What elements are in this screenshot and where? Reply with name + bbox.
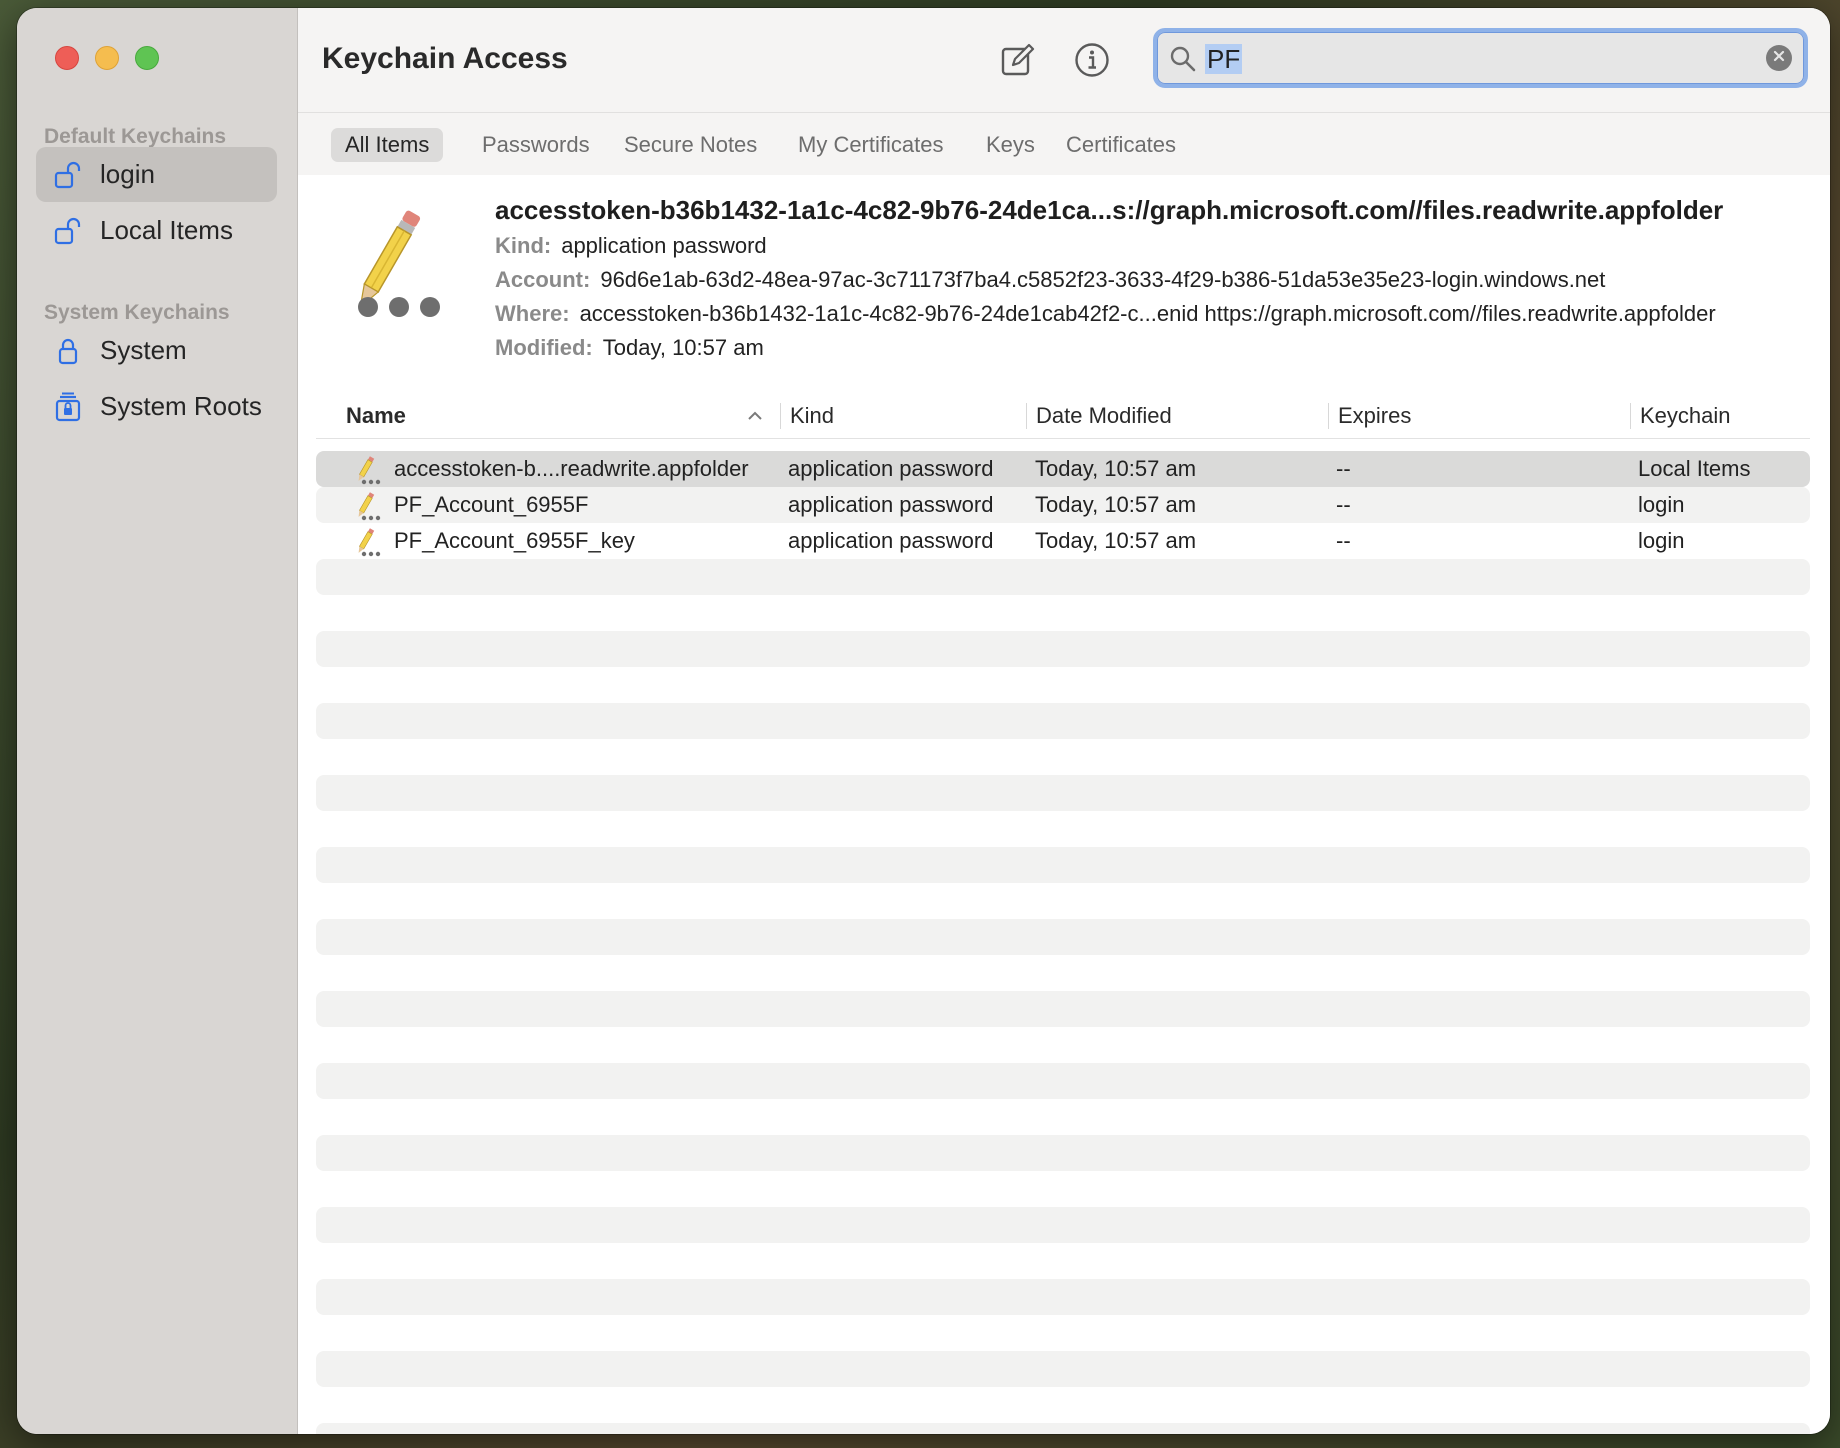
detail-account-label: Account: (495, 267, 591, 292)
tab-keys[interactable]: Keys (972, 128, 1049, 162)
column-header-date-modified[interactable]: Date Modified (1026, 394, 1328, 438)
item-detail-pane: accesstoken-b36b1432-1a1c-4c82-9b76-24de… (298, 175, 1830, 383)
get-info-button[interactable] (1072, 42, 1112, 82)
empty-row (316, 1063, 1810, 1099)
cell-date-modified: Today, 10:57 am (1035, 492, 1197, 517)
password-pencil-icon (350, 527, 382, 563)
sidebar-item-label: login (100, 159, 155, 189)
tab-passwords[interactable]: Passwords (468, 128, 604, 162)
cell-keychain: Local Items (1638, 456, 1751, 481)
sidebar-item-login[interactable]: login (36, 147, 277, 202)
column-header-expires[interactable]: Expires (1328, 394, 1630, 438)
detail-kind-value: application password (561, 233, 767, 258)
tab-certificates[interactable]: Certificates (1052, 128, 1190, 162)
cell-date-modified: Today, 10:57 am (1035, 456, 1197, 481)
cell-kind: application password (788, 456, 994, 481)
empty-row (316, 1279, 1810, 1315)
empty-row (316, 847, 1810, 883)
new-item-button[interactable] (998, 42, 1038, 82)
sidebar-item-label: System Roots (100, 391, 262, 421)
keychain-window: Default Keychains login Local Items Syst… (17, 8, 1830, 1434)
locked-padlock-icon (54, 336, 82, 366)
window-controls (55, 46, 159, 70)
window-title: Keychain Access (322, 42, 568, 75)
detail-modified-label: Modified: (495, 335, 593, 360)
sidebar-item-label: Local Items (100, 215, 233, 245)
empty-row (316, 559, 1810, 595)
table-row[interactable]: PF_Account_6955F application password To… (316, 487, 1810, 523)
empty-row (316, 1351, 1810, 1387)
detail-title: accesstoken-b36b1432-1a1c-4c82-9b76-24de… (495, 195, 1724, 225)
search-input[interactable]: PF (1205, 44, 1243, 74)
cell-kind: application password (788, 492, 994, 517)
table-header: Name Kind Date Modified Expires Keychain (316, 394, 1810, 439)
toolbar: Keychain Access PF (298, 8, 1830, 112)
detail-account-value: 96d6e1ab-63d2-48ea-97ac-3c71173f7ba4.c58… (600, 267, 1606, 292)
cell-expires: -- (1336, 528, 1351, 553)
close-window-button[interactable] (55, 46, 79, 70)
column-header-keychain[interactable]: Keychain (1630, 394, 1810, 438)
cell-name: PF_Account_6955F_key (394, 528, 635, 553)
clear-search-button[interactable] (1766, 45, 1792, 71)
tab-all-items[interactable]: All Items (331, 128, 444, 162)
password-pencil-icon (350, 491, 382, 527)
detail-modified-row: Modified: Today, 10:57 am (495, 335, 764, 361)
sidebar-item-system-roots[interactable]: System Roots (36, 379, 277, 434)
password-pencil-icon (350, 455, 382, 491)
locked-cabinet-icon (54, 392, 82, 422)
table-row[interactable]: accesstoken-b....readwrite.appfolder app… (316, 451, 1810, 487)
cell-kind: application password (788, 528, 994, 553)
compose-icon (1001, 43, 1035, 82)
detail-account-row: Account: 96d6e1ab-63d2-48ea-97ac-3c71173f… (495, 267, 1605, 293)
tab-secure-notes[interactable]: Secure Notes (610, 128, 771, 162)
empty-row (316, 919, 1810, 955)
main-pane: Keychain Access PF All Items Passwords S… (298, 8, 1830, 1434)
password-pencil-icon (328, 203, 448, 330)
empty-row (316, 1423, 1810, 1434)
cell-name: PF_Account_6955F (394, 492, 589, 517)
cell-keychain: login (1638, 528, 1685, 553)
detail-where-row: Where: accesstoken-b36b1432-1a1c-4c82-9b7… (495, 301, 1716, 327)
info-icon (1074, 42, 1110, 83)
empty-row (316, 775, 1810, 811)
sidebar-section-default: Default Keychains (44, 125, 227, 148)
empty-row (316, 703, 1810, 739)
cell-name: accesstoken-b....readwrite.appfolder (394, 456, 749, 481)
cell-keychain: login (1638, 492, 1685, 517)
unlocked-padlock-icon (54, 216, 82, 246)
unlocked-padlock-icon (54, 160, 82, 190)
sort-ascending-icon (746, 394, 764, 453)
search-field[interactable]: PF (1153, 28, 1808, 88)
empty-row (316, 1207, 1810, 1243)
detail-modified-value: Today, 10:57 am (602, 335, 764, 360)
tab-my-certificates[interactable]: My Certificates (784, 128, 957, 162)
sidebar-section-system: System Keychains (44, 301, 230, 324)
minimize-window-button[interactable] (95, 46, 119, 70)
sidebar-item-label: System (100, 335, 187, 365)
detail-where-value: accesstoken-b36b1432-1a1c-4c82-9b76-24de… (579, 301, 1716, 326)
column-header-kind[interactable]: Kind (780, 394, 1026, 438)
empty-row (316, 631, 1810, 667)
empty-row (316, 991, 1810, 1027)
category-tabs: All Items Passwords Secure Notes My Cert… (298, 112, 1830, 176)
cell-expires: -- (1336, 492, 1351, 517)
detail-kind-row: Kind: application password (495, 233, 767, 259)
detail-where-label: Where: (495, 301, 570, 326)
sidebar: Default Keychains login Local Items Syst… (17, 8, 298, 1434)
column-header-name[interactable]: Name (336, 394, 776, 438)
table-row[interactable]: PF_Account_6955F_key application passwor… (316, 523, 1810, 559)
empty-row (316, 1135, 1810, 1171)
detail-kind-label: Kind: (495, 233, 552, 258)
sidebar-item-local-items[interactable]: Local Items (36, 203, 277, 258)
sidebar-item-system[interactable]: System (36, 323, 277, 378)
cell-date-modified: Today, 10:57 am (1035, 528, 1197, 553)
zoom-window-button[interactable] (135, 46, 159, 70)
search-icon (1169, 45, 1197, 78)
close-icon (1773, 49, 1785, 67)
cell-expires: -- (1336, 456, 1351, 481)
